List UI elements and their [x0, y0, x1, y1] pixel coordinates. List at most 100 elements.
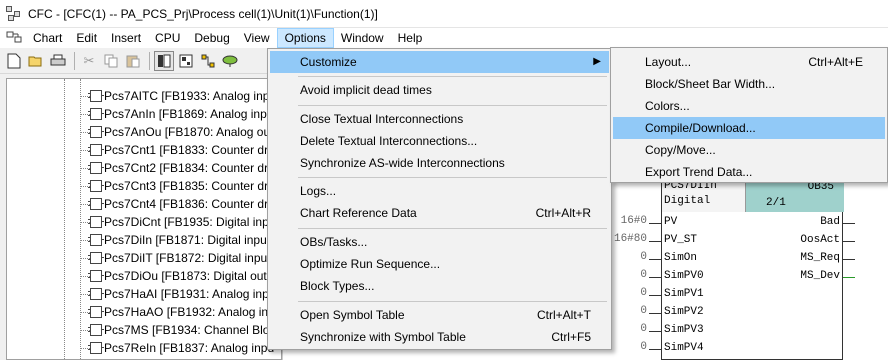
block-type-icon — [88, 90, 104, 102]
submenu-item-label: Colors... — [645, 99, 690, 113]
paste-icon[interactable] — [123, 51, 143, 71]
block-input-pin[interactable]: PV — [664, 214, 677, 231]
submenu-item-colors[interactable]: Colors... — [613, 95, 885, 117]
tree-item[interactable]: Pcs7AITC [FB1933: Analog inp — [7, 87, 281, 105]
menu-item-shortcut: Ctrl+Alt+T — [536, 308, 591, 322]
menu-item-optimize-run-sequence[interactable]: Optimize Run Sequence... — [270, 253, 609, 275]
tree-item[interactable]: Pcs7DiCnt [FB1935: Digital inp — [7, 213, 281, 231]
menu-item-delete-textual-interconnections[interactable]: Delete Textual Interconnections... — [270, 130, 609, 152]
tree-item-label: Pcs7AnIn [FB1869: Analog inp — [104, 107, 267, 121]
block-output-pin[interactable]: Bad — [820, 214, 840, 231]
block-input-pin[interactable]: SimOn — [664, 250, 697, 267]
menu-item-label: Optimize Run Sequence... — [300, 257, 441, 271]
block-input-pin[interactable]: PV_ST — [664, 232, 697, 249]
menu-insert[interactable]: Insert — [104, 28, 148, 48]
submenu-item-export-trend-data[interactable]: Export Trend Data... — [613, 161, 885, 183]
block-type-icon — [88, 252, 104, 264]
menu-bar: Chart Edit Insert CPU Debug View Options… — [0, 28, 888, 48]
function-block[interactable]: PCS7DIIn Digital OB35 2/1 PV PV_ST SimOn Si… — [661, 178, 844, 360]
tree-branch-line — [80, 114, 90, 115]
block-catalog-tree[interactable]: Pcs7AITC [FB1933: Analog inp Pcs7AnIn [FB… — [6, 78, 282, 360]
tree-item-label: Pcs7MS [FB1934: Channel Bloc — [104, 323, 276, 337]
new-icon[interactable] — [4, 51, 24, 71]
tree-item[interactable]: Pcs7Cnt4 [FB1836: Counter dr — [7, 195, 281, 213]
menu-item-open-symbol-table[interactable]: Open Symbol Table Ctrl+Alt+T — [270, 304, 609, 326]
menu-cpu[interactable]: CPU — [148, 28, 187, 48]
menu-item-logs[interactable]: Logs... — [270, 180, 609, 202]
block-input-pin[interactable]: SimPV4 — [664, 340, 704, 357]
menu-options[interactable]: Options — [276, 28, 334, 48]
tree-item-label: Pcs7AITC [FB1933: Analog inp — [104, 89, 270, 103]
block-type-icon — [88, 144, 104, 156]
tree-item[interactable]: Pcs7MS [FB1934: Channel Bloc — [7, 321, 281, 339]
menu-item-obs-tasks[interactable]: OBs/Tasks... — [270, 231, 609, 253]
menu-item-synchronize-as-wide-interconnections[interactable]: Synchronize AS-wide Interconnections — [270, 152, 609, 174]
open-icon[interactable] — [26, 51, 46, 71]
print-icon[interactable] — [48, 51, 68, 71]
submenu-item-layout[interactable]: Layout... Ctrl+Alt+E — [613, 51, 885, 73]
tree-item[interactable]: Pcs7HaAO [FB1932: Analog inp — [7, 303, 281, 321]
copy-icon[interactable] — [101, 51, 121, 71]
tree-item-label: Pcs7DiIn [FB1871: Digital inpu — [104, 233, 267, 247]
tree-item[interactable]: Pcs7Cnt2 [FB1834: Counter dr — [7, 159, 281, 177]
block-type-icon — [88, 288, 104, 300]
block-output-pin[interactable]: MS_Req — [800, 250, 840, 267]
block-type-icon — [88, 306, 104, 318]
tree-item[interactable]: Pcs7AnIn [FB1869: Analog inp — [7, 105, 281, 123]
block-output-pin[interactable]: OosAct — [800, 232, 840, 249]
tree-item[interactable]: Pcs7Cnt1 [FB1833: Counter dr — [7, 141, 281, 159]
options-menu: Customize ▶ Avoid implicit dead times Close… — [267, 48, 612, 350]
submenu-item-copy-move[interactable]: Copy/Move... — [613, 139, 885, 161]
submenu-arrow-icon: ▶ — [593, 56, 601, 67]
interconnect-icon[interactable] — [198, 51, 218, 71]
submenu-item-label: Block/Sheet Bar Width... — [645, 77, 776, 91]
menu-debug[interactable]: Debug — [187, 28, 236, 48]
menu-item-block-types[interactable]: Block Types... — [270, 275, 609, 297]
menu-separator — [298, 177, 607, 178]
tree-item[interactable]: Pcs7HaAI [FB1931: Analog inp — [7, 285, 281, 303]
input-wire — [649, 259, 661, 260]
block-input-pin[interactable]: SimPV1 — [664, 286, 704, 303]
menu-item-customize[interactable]: Customize ▶ — [270, 51, 609, 73]
menu-view[interactable]: View — [237, 28, 277, 48]
block-type-icon — [88, 180, 104, 192]
menu-item-avoid-implicit-dead-times[interactable]: Avoid implicit dead times — [270, 79, 609, 101]
catalog-icon[interactable] — [154, 50, 174, 71]
submenu-item-block-sheet-bar-width[interactable]: Block/Sheet Bar Width... — [613, 73, 885, 95]
tree-item[interactable]: Pcs7ReIn [FB1837: Analog inpu — [7, 339, 281, 357]
tree-item[interactable]: Pcs7DiIT [FB1872: Digital inpu — [7, 249, 281, 267]
menu-help[interactable]: Help — [391, 28, 430, 48]
menu-item-label: Open Symbol Table — [300, 308, 405, 322]
menu-item-chart-reference-data[interactable]: Chart Reference Data Ctrl+Alt+R — [270, 202, 609, 224]
menu-window[interactable]: Window — [334, 28, 391, 48]
tree-item[interactable]: Pcs7DiIn [FB1871: Digital inpu — [7, 231, 281, 249]
tree-item[interactable]: Pcs7DiOu [FB1873: Digital out — [7, 267, 281, 285]
cfc-app-icon[interactable] — [6, 5, 22, 22]
overview-icon[interactable] — [176, 51, 196, 71]
tree-item[interactable]: Pcs7Cnt3 [FB1835: Counter dr — [7, 177, 281, 195]
cut-icon[interactable]: ✂ — [79, 51, 99, 71]
menu-edit[interactable]: Edit — [69, 28, 104, 48]
document-menu-icon[interactable] — [6, 31, 22, 45]
menu-item-label: Chart Reference Data — [300, 206, 417, 220]
menu-item-synchronize-with-symbol-table[interactable]: Synchronize with Symbol Table Ctrl+F5 — [270, 326, 609, 348]
tree-branch-line — [80, 132, 90, 133]
window-title: CFC - [CFC(1) -- PA_PCS_Prj\Process cell… — [28, 6, 378, 21]
block-type-icon — [88, 162, 104, 174]
tree-branch-line — [80, 312, 90, 313]
menu-chart[interactable]: Chart — [26, 28, 69, 48]
tree-item-label: Pcs7DiIT [FB1872: Digital inpu — [104, 251, 268, 265]
tree-item[interactable]: Pcs7AnOu [FB1870: Analog ou — [7, 123, 281, 141]
input-wire — [649, 331, 661, 332]
test-icon[interactable] — [220, 51, 240, 71]
block-input-pin[interactable]: SimPV3 — [664, 322, 704, 339]
menu-item-close-textual-interconnections[interactable]: Close Textual Interconnections — [270, 108, 609, 130]
submenu-item-compile-download[interactable]: Compile/Download... — [613, 117, 885, 139]
block-type-icon — [88, 108, 104, 120]
block-input-pin[interactable]: SimPV0 — [664, 268, 704, 285]
menu-item-label: Logs... — [300, 184, 337, 198]
tree-branch-line — [80, 240, 90, 241]
block-output-pin[interactable]: MS_Dev — [800, 268, 840, 285]
submenu-item-label: Export Trend Data... — [645, 165, 753, 179]
block-input-pin[interactable]: SimPV2 — [664, 304, 704, 321]
